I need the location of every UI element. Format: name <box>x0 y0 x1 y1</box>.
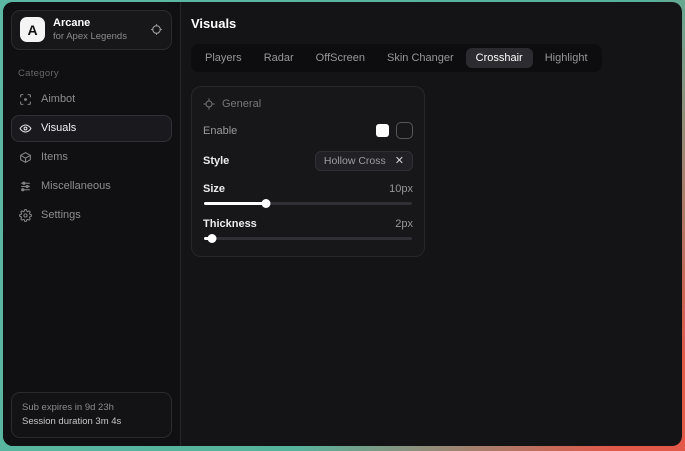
session-duration-text: Session duration 3m 4s <box>22 415 161 429</box>
size-row: Size 10px <box>203 183 413 195</box>
thickness-label: Thickness <box>203 218 257 230</box>
gear-icon <box>19 209 32 222</box>
sidebar-item-items[interactable]: Items <box>11 144 172 171</box>
tab-players[interactable]: Players <box>195 48 252 68</box>
subscription-info-card: Sub expires in 9d 23h Session duration 3… <box>11 392 172 439</box>
thickness-row: Thickness 2px <box>203 218 413 230</box>
page-title: Visuals <box>191 16 672 31</box>
app-title: Arcane <box>53 17 142 31</box>
scan-icon <box>19 93 32 106</box>
sub-expires-text: Sub expires in 9d 23h <box>22 401 161 415</box>
sidebar-item-visuals[interactable]: Visuals <box>11 115 172 142</box>
sidebar-nav: Aimbot Visuals Items <box>3 85 180 230</box>
enable-row: Enable <box>203 122 413 139</box>
tab-highlight[interactable]: Highlight <box>535 48 598 68</box>
style-select[interactable]: Hollow Cross ✕ <box>315 151 413 171</box>
style-label: Style <box>203 155 229 167</box>
panel-header: General <box>203 98 413 110</box>
sidebar-item-label: Miscellaneous <box>41 180 111 192</box>
enable-controls <box>376 122 413 139</box>
slider-thumb[interactable] <box>208 234 217 243</box>
main-content: Visuals Players Radar OffScreen Skin Cha… <box>181 2 682 446</box>
size-label: Size <box>203 183 225 195</box>
enable-label: Enable <box>203 125 237 137</box>
crosshair-icon <box>203 98 215 110</box>
sidebar-item-aimbot[interactable]: Aimbot <box>11 86 172 113</box>
sidebar-item-label: Aimbot <box>41 93 75 105</box>
color-swatch[interactable] <box>376 124 389 137</box>
sidebar-item-settings[interactable]: Settings <box>11 202 172 229</box>
sidebar-item-label: Items <box>41 151 68 163</box>
category-section-label: Category <box>18 68 180 79</box>
thickness-slider[interactable] <box>204 234 412 243</box>
size-slider[interactable] <box>204 199 412 208</box>
app-window: A Arcane for Apex Legends Category Aimbo… <box>3 2 682 446</box>
thickness-value: 2px <box>395 218 413 230</box>
slider-thumb[interactable] <box>262 199 271 208</box>
sidebar: A Arcane for Apex Legends Category Aimbo… <box>3 2 181 446</box>
tab-radar[interactable]: Radar <box>254 48 304 68</box>
general-panel: General Enable Style Hollow Cross ✕ Size… <box>191 86 425 257</box>
style-row: Style Hollow Cross ✕ <box>203 151 413 171</box>
sidebar-item-label: Visuals <box>41 122 76 134</box>
app-header-card: A Arcane for Apex Legends <box>11 10 172 50</box>
panel-header-label: General <box>222 98 261 110</box>
sidebar-item-miscellaneous[interactable]: Miscellaneous <box>11 173 172 200</box>
style-selected-value: Hollow Cross <box>324 155 386 167</box>
tab-crosshair[interactable]: Crosshair <box>466 48 533 68</box>
size-value: 10px <box>389 183 413 195</box>
visuals-tabbar: Players Radar OffScreen Skin Changer Cro… <box>191 44 602 72</box>
eye-icon <box>19 122 32 135</box>
crosshair-icon[interactable] <box>150 23 163 36</box>
sidebar-item-label: Settings <box>41 209 81 221</box>
slider-track <box>204 237 412 240</box>
clear-icon[interactable]: ✕ <box>395 156 404 167</box>
tab-skin-changer[interactable]: Skin Changer <box>377 48 464 68</box>
sliders-icon <box>19 180 32 193</box>
app-logo: A <box>20 17 45 42</box>
tab-offscreen[interactable]: OffScreen <box>306 48 375 68</box>
slider-fill <box>204 202 266 205</box>
app-subtitle: for Apex Legends <box>53 31 142 43</box>
box-icon <box>19 151 32 164</box>
app-header-text: Arcane for Apex Legends <box>53 17 142 43</box>
enable-checkbox[interactable] <box>396 122 413 139</box>
